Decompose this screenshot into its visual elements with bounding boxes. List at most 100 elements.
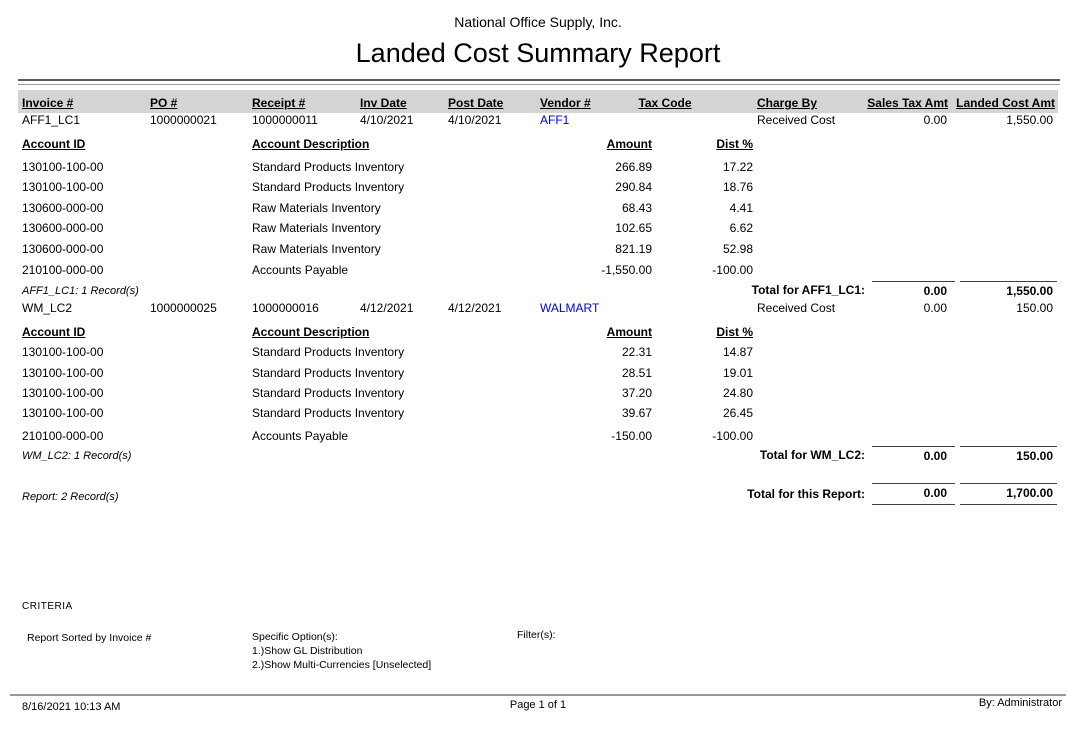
- account-description: Raw Materials Inventory: [252, 221, 381, 235]
- company-name: National Office Supply, Inc.: [0, 14, 1076, 30]
- gl-header-amount: Amount: [607, 137, 652, 151]
- gl-row: 130100-100-00 Standard Products Inventor…: [0, 180, 1076, 200]
- gl-header-account-id: Account ID: [22, 137, 85, 151]
- gl-dist-pct: 19.01: [723, 366, 753, 380]
- title-divider: [18, 79, 1060, 85]
- account-id: 130100-100-00: [22, 386, 103, 400]
- inv-date: 4/12/2021: [360, 301, 413, 315]
- group-footer-row: WM_LC2: 1 Record(s) Total for WM_LC2: 0.…: [0, 448, 1076, 468]
- vendor-link[interactable]: AFF1: [540, 113, 569, 127]
- criteria-option-2: 2.)Show Multi-Currencies [Unselected]: [252, 659, 431, 671]
- vendor-link[interactable]: WALMART: [540, 301, 599, 315]
- account-description: Standard Products Inventory: [252, 386, 404, 400]
- account-description: Raw Materials Inventory: [252, 201, 381, 215]
- account-id: 210100-000-00: [22, 429, 103, 443]
- account-description: Accounts Payable: [252, 263, 348, 277]
- gl-row: 130100-100-00 Standard Products Inventor…: [0, 406, 1076, 426]
- col-header-charge-by: Charge By: [757, 96, 817, 110]
- gl-row: 210100-000-00 Accounts Payable -1,550.00…: [0, 263, 1076, 283]
- col-header-tax-code: Tax Code: [622, 96, 708, 110]
- post-date: 4/10/2021: [448, 113, 501, 127]
- criteria-sort: Report Sorted by Invoice #: [27, 632, 151, 644]
- gl-dist-pct: 6.62: [730, 221, 753, 235]
- gl-header-account-id: Account ID: [22, 325, 85, 339]
- gl-amount: -150.00: [611, 429, 652, 443]
- account-id: 130100-100-00: [22, 345, 103, 359]
- account-description: Standard Products Inventory: [252, 160, 404, 174]
- group-total-sales-tax: 0.00: [872, 446, 955, 463]
- criteria-filters-label: Filter(s):: [517, 629, 556, 641]
- sales-tax-amount: 0.00: [924, 301, 947, 315]
- invoice-number: WM_LC2: [22, 301, 72, 315]
- group-total-landed-cost: 150.00: [960, 446, 1057, 463]
- criteria-options-label: Specific Option(s):: [252, 631, 338, 643]
- gl-row: 130100-100-00 Standard Products Inventor…: [0, 366, 1076, 386]
- charge-by-value: Received Cost: [757, 301, 835, 315]
- account-id: 210100-000-00: [22, 263, 103, 277]
- invoice-row: AFF1_LC1 1000000021 1000000011 4/10/2021…: [0, 113, 1076, 133]
- col-header-post-date: Post Date: [448, 96, 503, 110]
- gl-amount: 102.65: [615, 221, 652, 235]
- footer-divider: [10, 694, 1066, 696]
- footer-page-number: Page 1 of 1: [0, 699, 1076, 711]
- gl-header-account-desc: Account Description: [252, 325, 369, 339]
- gl-row: 130600-000-00 Raw Materials Inventory 68…: [0, 201, 1076, 221]
- charge-by-value: Received Cost: [757, 113, 835, 127]
- gl-amount: 266.89: [615, 160, 652, 174]
- group-record-count: AFF1_LC1: 1 Record(s): [22, 285, 139, 297]
- gl-dist-pct: 18.76: [723, 180, 753, 194]
- gl-dist-pct: -100.00: [712, 429, 753, 443]
- gl-amount: 37.20: [622, 386, 652, 400]
- gl-row: 130100-100-00 Standard Products Inventor…: [0, 345, 1076, 365]
- account-description: Standard Products Inventory: [252, 406, 404, 420]
- gl-amount: 28.51: [622, 366, 652, 380]
- group-record-count: WM_LC2: 1 Record(s): [22, 450, 131, 462]
- gl-dist-pct: -100.00: [712, 263, 753, 277]
- receipt-number: 1000000011: [252, 113, 318, 127]
- po-number: 1000000021: [150, 113, 217, 127]
- po-number: 1000000025: [150, 301, 217, 315]
- criteria-details: Report Sorted by Invoice # Specific Opti…: [0, 629, 1076, 677]
- footer-by-user: By: Administrator: [979, 697, 1062, 709]
- col-header-sales-tax: Sales Tax Amt: [867, 96, 948, 110]
- account-description: Raw Materials Inventory: [252, 242, 381, 256]
- account-description: Standard Products Inventory: [252, 366, 404, 380]
- account-id: 130600-000-00: [22, 242, 103, 256]
- gl-amount: 821.19: [615, 242, 652, 256]
- gl-dist-pct: 52.98: [723, 242, 753, 256]
- gl-dist-pct: 26.45: [723, 406, 753, 420]
- group-total-label: Total for AFF1_LC1:: [752, 283, 865, 297]
- col-header-invoice: Invoice #: [22, 96, 73, 110]
- gl-amount: 39.67: [622, 406, 652, 420]
- inv-date: 4/10/2021: [360, 113, 413, 127]
- col-header-vendor: Vendor #: [540, 96, 591, 110]
- criteria-section: CRITERIA: [0, 601, 1076, 621]
- invoice-number: AFF1_LC1: [22, 113, 80, 127]
- report-page: National Office Supply, Inc. Landed Cost…: [0, 0, 1076, 738]
- gl-header-account-desc: Account Description: [252, 137, 369, 151]
- report-record-count: Report: 2 Record(s): [22, 491, 119, 503]
- criteria-option-1: 1.)Show GL Distribution: [252, 645, 363, 657]
- account-id: 130100-100-00: [22, 160, 103, 174]
- gl-amount: 290.84: [615, 180, 652, 194]
- report-footer-row: Report: 2 Record(s) Total for this Repor…: [0, 485, 1076, 505]
- group-total-label: Total for WM_LC2:: [760, 448, 865, 462]
- gl-header-row: Account ID Account Description Amount Di…: [0, 137, 1076, 157]
- gl-header-row: Account ID Account Description Amount Di…: [0, 325, 1076, 345]
- report-total-sales-tax: 0.00: [872, 483, 955, 505]
- col-header-inv-date: Inv Date: [360, 96, 407, 110]
- gl-row: 130100-100-00 Standard Products Inventor…: [0, 386, 1076, 406]
- account-description: Accounts Payable: [252, 429, 348, 443]
- invoice-row: WM_LC2 1000000025 1000000016 4/12/2021 4…: [0, 301, 1076, 321]
- gl-amount: 22.31: [622, 345, 652, 359]
- gl-header-amount: Amount: [607, 325, 652, 339]
- receipt-number: 1000000016: [252, 301, 319, 315]
- col-header-landed-cost: Landed Cost Amt: [956, 96, 1055, 110]
- gl-row: 130100-100-00 Standard Products Inventor…: [0, 160, 1076, 180]
- landed-cost-amount: 150.00: [1016, 301, 1053, 315]
- report-total-label: Total for this Report:: [747, 487, 865, 501]
- gl-header-dist-pct: Dist %: [716, 137, 753, 151]
- gl-amount: -1,550.00: [601, 263, 652, 277]
- account-id: 130600-000-00: [22, 201, 103, 215]
- account-id: 130100-100-00: [22, 366, 103, 380]
